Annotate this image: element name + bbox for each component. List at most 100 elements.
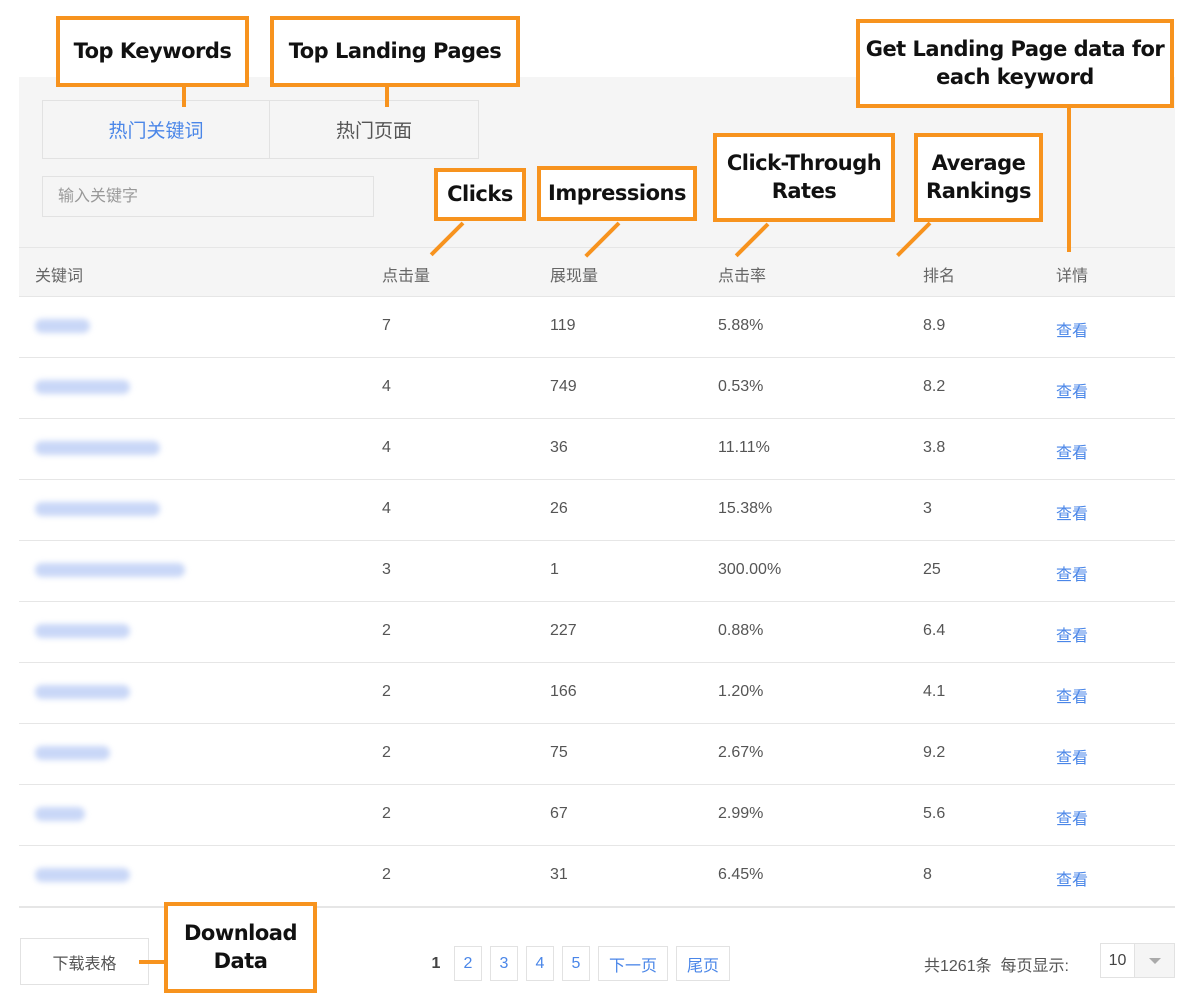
page-4-button[interactable]: 4 [526,946,554,981]
rank-value: 8.2 [923,378,946,395]
keyword-search-input[interactable] [42,176,374,217]
keyword-link-blurred[interactable] [35,685,130,699]
rank-value: 3.8 [923,439,946,456]
keyword-link-blurred[interactable] [35,319,90,333]
callout-ctr: Click-Through Rates [713,133,895,222]
rank-value: 9.2 [923,744,946,761]
view-detail-link[interactable]: 查看 [1056,622,1088,646]
last-page-button[interactable]: 尾页 [676,946,731,981]
view-detail-link[interactable]: 查看 [1056,805,1088,829]
keyword-link-blurred[interactable] [35,563,185,577]
view-detail-link[interactable]: 查看 [1056,500,1088,524]
ctr-value: 0.53% [718,378,764,395]
tab-top-keywords[interactable]: 热门关键词 [42,100,270,159]
callout-landing-data: Get Landing Page data for each keyword [856,19,1174,108]
ctr-value: 2.99% [718,805,764,822]
ctr-value: 11.11% [718,439,770,456]
impressions-value: 67 [550,805,568,822]
clicks-value: 2 [382,622,391,639]
ctr-value: 2.67% [718,744,764,761]
page-5-button[interactable]: 5 [562,946,590,981]
page-3-button[interactable]: 3 [490,946,518,981]
keyword-link-blurred[interactable] [35,441,160,455]
callout-top-landing-pages: Top Landing Pages [270,16,520,87]
table-row: 7 119 5.88% 8.9 查看 [19,297,1175,358]
view-detail-link[interactable]: 查看 [1056,378,1088,402]
rank-value: 3 [923,500,932,517]
impressions-value: 75 [550,744,568,761]
keyword-link-blurred[interactable] [35,868,130,882]
header-clicks[interactable]: 点击量 [382,262,430,286]
per-page-label: 每页显示: [1000,958,1069,975]
total-label: 共1261条 [924,958,992,975]
tab-bar: 热门关键词 热门页面 [42,100,479,159]
callout-connector [385,87,389,107]
callout-rankings: Average Rankings [914,133,1043,222]
view-detail-link[interactable]: 查看 [1056,439,1088,463]
header-rank[interactable]: 排名 [923,262,955,286]
callout-download: Download Data [164,902,317,993]
impressions-value: 31 [550,866,568,883]
table-row: 4 26 15.38% 3 查看 [19,480,1175,541]
table-row: 2 75 2.67% 9.2 查看 [19,724,1175,785]
ctr-value: 15.38% [718,500,773,517]
impressions-value: 166 [550,683,577,700]
clicks-value: 3 [382,561,391,578]
impressions-value: 36 [550,439,568,456]
clicks-value: 2 [382,683,391,700]
clicks-value: 2 [382,805,391,822]
page-1-current: 1 [426,946,446,981]
header-keyword: 关键词 [35,268,84,285]
keyword-link-blurred[interactable] [35,807,85,821]
callout-impressions: Impressions [537,166,697,221]
ctr-value: 1.20% [718,683,764,700]
rank-value: 5.6 [923,805,946,822]
table-row: 2 166 1.20% 4.1 查看 [19,663,1175,724]
table-header: 关键词 点击量 展现量 点击率 排名 详情 [19,247,1175,297]
header-ctr[interactable]: 点击率 [718,262,766,286]
impressions-value: 749 [550,378,577,395]
record-count: 共1261条 每页显示: [924,952,1069,976]
tab-top-pages[interactable]: 热门页面 [270,100,479,159]
rank-value: 4.1 [923,683,946,700]
clicks-value: 4 [382,378,391,395]
table-row: 2 227 0.88% 6.4 查看 [19,602,1175,663]
view-detail-link[interactable]: 查看 [1056,317,1088,341]
table-row: 4 36 11.11% 3.8 查看 [19,419,1175,480]
clicks-value: 7 [382,317,391,334]
next-page-button[interactable]: 下一页 [598,946,669,981]
header-impressions[interactable]: 展现量 [550,262,598,286]
ctr-value: 5.88% [718,317,764,334]
table-row: 3 1 300.00% 25 查看 [19,541,1175,602]
callout-connector [139,960,164,964]
keyword-link-blurred[interactable] [35,746,110,760]
ctr-value: 0.88% [718,622,764,639]
view-detail-link[interactable]: 查看 [1056,561,1088,585]
clicks-value: 4 [382,439,391,456]
per-page-value: 10 [1101,944,1135,977]
clicks-value: 4 [382,500,391,517]
view-detail-link[interactable]: 查看 [1056,683,1088,707]
callout-connector [182,87,186,107]
impressions-value: 227 [550,622,577,639]
view-detail-link[interactable]: 查看 [1056,744,1088,768]
keyword-link-blurred[interactable] [35,380,130,394]
table-row: 4 749 0.53% 8.2 查看 [19,358,1175,419]
keyword-link-blurred[interactable] [35,502,160,516]
view-detail-link[interactable]: 查看 [1056,866,1088,890]
per-page-select[interactable]: 10 [1100,943,1175,978]
keyword-table-body: 7 119 5.88% 8.9 查看 4 749 0.53% 8.2 查看 4 … [19,297,1175,907]
chevron-down-icon [1148,957,1161,964]
rank-value: 8.9 [923,317,946,334]
callout-clicks: Clicks [434,168,526,221]
keyword-link-blurred[interactable] [35,624,130,638]
page-2-button[interactable]: 2 [454,946,482,981]
download-table-button[interactable]: 下载表格 [20,938,149,985]
pagination: 1 2 3 4 5 下一页 尾页 [426,946,731,981]
header-detail: 详情 [1056,268,1089,285]
dropdown-arrow[interactable] [1135,944,1174,977]
callout-connector [1067,108,1071,252]
impressions-value: 119 [550,317,576,334]
rank-value: 25 [923,561,941,578]
table-row: 2 67 2.99% 5.6 查看 [19,785,1175,846]
